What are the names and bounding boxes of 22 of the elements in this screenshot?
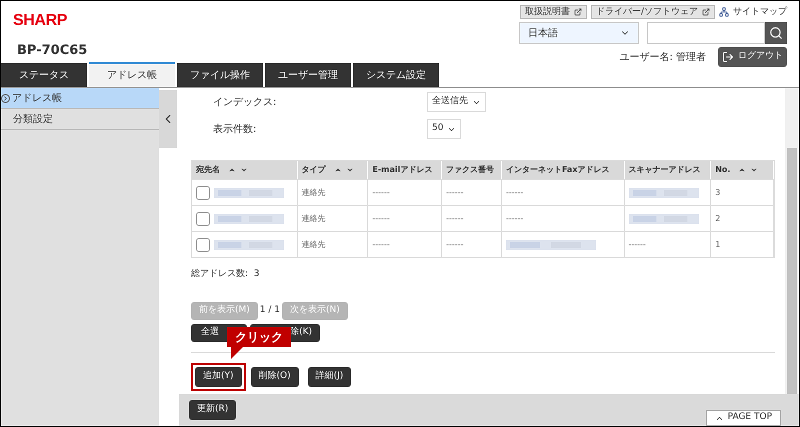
table-cell: ------ [446, 186, 464, 198]
table-cell: 連絡先 [302, 238, 326, 250]
table-cell: ------ [506, 212, 524, 224]
table-cell: ------ [372, 212, 390, 224]
table-cell: 2 [715, 212, 720, 224]
table-cell: 1 [715, 238, 720, 250]
table-cell: ------ [506, 186, 524, 198]
table-cell: 連絡先 [302, 186, 326, 198]
total-count: 総アドレス数: 3 [191, 268, 260, 281]
model-name: BP-70C65 [17, 42, 88, 60]
table-cell: 3 [715, 186, 720, 198]
table-cell: ------ [628, 238, 646, 250]
table-cell: ------ [446, 238, 464, 250]
page-indicator: 1 / 1 [260, 304, 280, 317]
table-cell: ------ [446, 212, 464, 224]
filter-label: 表示件数: [212, 122, 258, 136]
table-cell: ------ [372, 186, 390, 198]
logo: SHARP [13, 13, 68, 29]
user-name: ユーザー名: 管理者 [619, 50, 706, 64]
table-cell: ------ [372, 238, 390, 250]
table-cell: 連絡先 [302, 212, 326, 224]
filter-label: インデックス: [212, 96, 278, 110]
